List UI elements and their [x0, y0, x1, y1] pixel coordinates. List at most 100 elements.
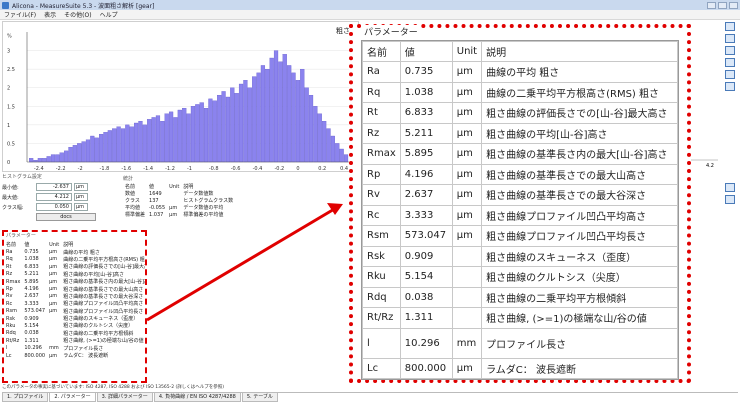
tab-profile[interactable]: 1. プロファイル — [2, 393, 49, 402]
histogram-bar — [125, 124, 130, 163]
small-parameter-desc-cell: 曲線の二乗平均平方根高さ(RMS) 粗さ — [63, 256, 147, 263]
small-parameter-value-cell: 3.333 — [24, 300, 39, 307]
small-parameter-header-row: 名前 値 Unit 説明 — [4, 241, 145, 249]
parameter-row-ra[interactable]: Ra 0.735 μm 曲線の平均 粗さ — [362, 61, 678, 83]
table-row[interactable]: Rsk 0.909 粗さ曲線のスキューネス（歪度） — [4, 315, 145, 323]
max-unit-select[interactable]: μm — [74, 193, 88, 201]
maximize-button[interactable] — [718, 1, 727, 9]
menu-file[interactable]: ファイル(F) — [4, 10, 36, 19]
parameter-row-rt[interactable]: Rt 6.833 μm 粗さ曲線の評価長さでの[山-谷]最大高さ — [362, 102, 678, 124]
min-input[interactable]: -2.637 — [36, 183, 72, 191]
export-icon[interactable] — [725, 58, 735, 67]
pan-icon[interactable] — [725, 46, 735, 55]
histogram-bar — [203, 107, 209, 163]
print-icon[interactable] — [725, 82, 735, 91]
parameter-header-row: 名前 値 Unit 説明 — [362, 41, 678, 62]
stats-cell: μm — [169, 211, 178, 218]
parameter-row-rsm[interactable]: Rsm 573.047 μm 粗さ曲線プロファイル凹凸平均長さ — [362, 225, 678, 247]
stats-cell — [167, 190, 181, 197]
table-row[interactable]: Rt/Rz 1.311 粗さ曲線, (>=1)の極端な山/谷の値 — [4, 337, 145, 345]
tab-table[interactable]: 5. テーブル — [241, 393, 278, 402]
small-parameter-value-cell: 0.909 — [24, 315, 39, 322]
table-row[interactable]: Rz 5.211 μm 粗さ曲線の平均[山-谷]高さ — [4, 271, 145, 278]
histogram-bar — [77, 143, 82, 163]
x-tick-label: -1.4 — [143, 166, 153, 172]
table-row[interactable]: Rku 5.154 粗さ曲線のクルトシス（尖度） — [4, 322, 145, 330]
parameter-unit-cell — [451, 266, 483, 288]
histogram-settings-header: ヒストグラム設定 — [2, 174, 42, 180]
histogram-bar — [99, 133, 104, 163]
table-row[interactable]: Ra 0.735 μm 曲線の平均 粗さ — [4, 248, 145, 256]
histogram-bar — [339, 148, 344, 163]
small-parameter-unit-cell: mm — [49, 345, 59, 352]
tab-bar: 1. プロファイル 2. パラメーター 3. 詳細パラメーター 4. 負荷曲線 … — [2, 392, 738, 402]
window-controls — [707, 1, 738, 9]
parameter-row-rmax[interactable]: Rmax 5.895 μm 粗さ曲線の基準長さ内の最大[山-谷]高さ — [362, 143, 678, 165]
small-parameter-value-cell: 10.296 — [24, 345, 42, 352]
parameter-unit-cell: μm — [451, 204, 483, 226]
parameter-row-rv[interactable]: Rv 2.637 μm 粗さ曲線の基準長さでの最大谷深さ — [362, 184, 678, 206]
table-row[interactable]: Rmax 5.895 μm 粗さ曲線の基準長さ内の最大[山-谷]高さ — [4, 278, 145, 286]
table-row[interactable]: Rsm 573.047 μm 粗さ曲線プロファイル凹凸平均長さ — [4, 308, 145, 315]
docs-button[interactable]: docs — [36, 213, 96, 221]
histogram-bar — [230, 87, 235, 163]
parameter-row-rq[interactable]: Rq 1.038 μm 曲線の二乗平均平方根高さ(RMS) 粗さ — [362, 81, 678, 103]
class-width-label: クラス幅: — [2, 204, 24, 211]
parameter-row-rt-rz[interactable]: Rt/Rz 1.311 粗さ曲線, (>=1)の極端な山/谷の値 — [362, 307, 678, 329]
parameter-value-cell: 2.637 — [399, 184, 453, 206]
parameter-row-rsk[interactable]: Rsk 0.909 粗さ曲線のスキューネス（歪度） — [362, 245, 678, 267]
parameter-row-rc[interactable]: Rc 3.333 μm 粗さ曲線プロファイル凹凸平均高さ — [362, 204, 678, 226]
stats-col-name: 名前 — [125, 184, 136, 190]
parameter-desc-cell: 粗さ曲線のクルトシス（尖度） — [481, 266, 678, 288]
parameter-row-rku[interactable]: Rku 5.154 粗さ曲線のクルトシス（尖度） — [362, 266, 678, 288]
parameter-value-cell: 10.296 — [399, 327, 453, 359]
table-row[interactable]: Rdq 0.038 粗さ曲線の二乗平均平方根傾斜 — [4, 330, 145, 337]
tab-parameters[interactable]: 2. パラメーター — [49, 393, 96, 402]
parameter-row-rdq[interactable]: Rdq 0.038 粗さ曲線の二乗平均平方根傾斜 — [362, 286, 678, 308]
histogram-bar — [326, 128, 331, 163]
small-parameter-unit-cell: μm — [49, 286, 58, 293]
zoom-icon[interactable] — [725, 34, 735, 43]
table-row[interactable]: Rq 1.038 μm 曲線の二乗平均平方根高さ(RMS) 粗さ — [4, 256, 147, 263]
y-tick-label: 0 — [7, 160, 10, 166]
class-width-unit-select[interactable]: μm — [74, 203, 88, 211]
parameter-row-rp[interactable]: Rp 4.196 μm 粗さ曲線の基準長さでの最大山高さ — [362, 163, 678, 185]
menu-other[interactable]: その他(O) — [64, 10, 91, 19]
tab-load-curve[interactable]: 4. 負荷曲線 / EN ISO 4287/4288 — [153, 393, 241, 402]
table-row[interactable]: Rt 6.833 μm 粗さ曲線の評価長さでの[山-谷]最大高さ — [4, 263, 145, 271]
minimize-button[interactable] — [707, 1, 716, 9]
chart-right-label: 粗さ — [336, 27, 350, 35]
histogram-bar — [291, 72, 296, 163]
table-row: 平均値 -0.055 μm データ数値の平均 — [123, 204, 235, 212]
small-parameter-desc-cell: 粗さ曲線プロファイル凹凸平均高さ — [63, 301, 144, 308]
max-input[interactable]: 4.212 — [36, 193, 72, 201]
min-unit-select[interactable]: μm — [74, 183, 88, 191]
tab-detail-parameters[interactable]: 3. 詳細パラメーター — [96, 393, 153, 402]
parameter-name-cell: Rc — [362, 204, 401, 226]
copy-icon[interactable] — [725, 70, 735, 79]
report-icon[interactable] — [725, 195, 735, 204]
parameter-row-l[interactable]: l 10.296 mm プロファイル長さ — [362, 327, 678, 359]
parameter-unit-cell: μm — [451, 163, 483, 185]
table-row[interactable]: Rp 4.196 μm 粗さ曲線の基準長さでの最大山高さ — [4, 285, 145, 293]
table-row[interactable]: Rv 2.637 μm 粗さ曲線の基準長さでの最大谷深さ — [4, 293, 145, 300]
close-button[interactable] — [729, 1, 738, 9]
table-row[interactable]: Lc 800.000 μm ラムダC： 波長遮断 — [4, 352, 145, 360]
grid-icon[interactable] — [725, 22, 735, 31]
save-icon[interactable] — [725, 183, 735, 192]
histogram-bar — [234, 93, 239, 163]
class-width-input[interactable]: 0.050 — [36, 203, 72, 211]
statistics-header: 統計 — [123, 176, 134, 182]
histogram-bar — [138, 120, 143, 163]
parameter-row-lc[interactable]: Lc 800.000 μm ラムダC： 波長遮断 — [362, 357, 678, 379]
menu-help[interactable]: ヘルプ — [100, 10, 118, 19]
histogram-bar — [208, 98, 213, 163]
statistics-panel: 統計 名前 値 Unit 説明 数値 1649 データ数値数 クラス 137 ヒ… — [123, 175, 283, 218]
x-tick-label: 0 — [296, 166, 299, 172]
table-row[interactable]: l 10.296 mm プロファイル長さ — [4, 344, 145, 352]
histogram-bar — [278, 61, 283, 163]
table-row[interactable]: Rc 3.333 μm 粗さ曲線プロファイル凹凸平均高さ — [4, 300, 145, 308]
parameter-row-rz[interactable]: Rz 5.211 μm 粗さ曲線の平均[山-谷]高さ — [362, 122, 678, 144]
parameter-desc-cell: 粗さ曲線プロファイル凹凸平均長さ — [481, 225, 678, 247]
menu-view[interactable]: 表示 — [44, 10, 56, 19]
